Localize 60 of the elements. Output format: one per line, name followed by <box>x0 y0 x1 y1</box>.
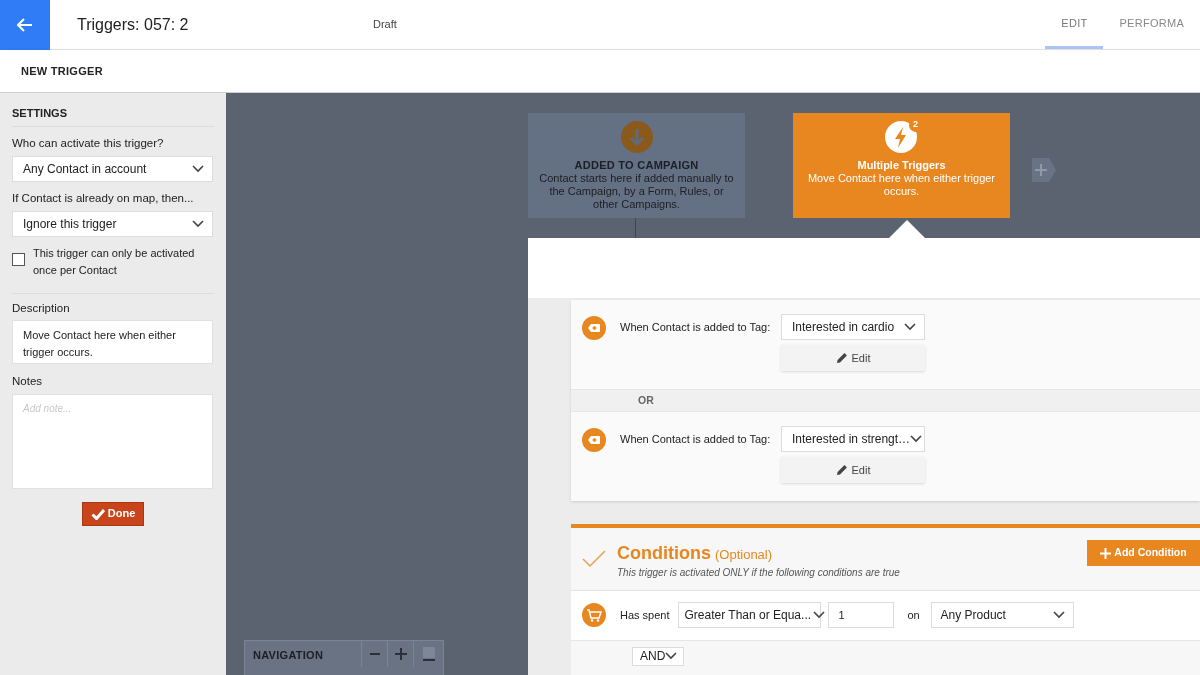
optional-note: (Optional) <box>715 546 773 564</box>
node-title: ADDED TO CAMPAIGN <box>574 158 699 172</box>
edit-button[interactable]: Edit <box>781 457 925 483</box>
tag-plus-icon <box>582 428 606 452</box>
plus-icon <box>1100 547 1112 559</box>
field-label: Who can activate this trigger? <box>12 135 165 151</box>
tab[interactable]: EDIT <box>1045 0 1104 49</box>
select-field[interactable]: Any Contact in account <box>12 155 213 182</box>
minus-icon <box>369 653 380 655</box>
plus-icon <box>394 648 407 660</box>
node-description: Move Contact here when either trigger occurs. <box>806 172 997 198</box>
navigation-title: NAVIGATION <box>252 648 325 663</box>
product-select[interactable]: Any Product <box>930 602 1074 628</box>
checkmark-icon <box>582 550 606 568</box>
cart-icon <box>582 603 606 627</box>
down-arrow-circle-icon <box>620 121 653 153</box>
chevron-icon <box>192 220 204 228</box>
and-select[interactable]: AND <box>632 646 684 666</box>
page-title: Triggers: 057: 2 <box>77 14 190 35</box>
field-label: Description <box>12 301 71 316</box>
condition-label: Has spent <box>620 607 670 623</box>
checkbox[interactable] <box>12 253 25 266</box>
tag-select[interactable]: Interested in strengt… <box>781 426 925 452</box>
back-button[interactable] <box>0 0 50 50</box>
chevron-icon <box>192 164 204 173</box>
field-label: Notes <box>12 374 44 390</box>
trigger-label: When Contact is added to Tag: <box>620 320 772 335</box>
connector-line <box>635 218 636 238</box>
panel-icon <box>422 647 435 661</box>
tab[interactable]: PERFORMA <box>1103 0 1200 49</box>
node-title: Multiple Triggers <box>857 158 946 172</box>
section-heading: SETTINGS <box>12 105 214 127</box>
edit-button[interactable]: Edit <box>781 345 925 371</box>
chevron-icon <box>904 323 916 331</box>
description-field[interactable]: Move Contact here when either trigger occurs. <box>12 320 213 365</box>
select-field[interactable]: Ignore this trigger <box>12 211 213 237</box>
done-button[interactable]: Done <box>81 501 145 526</box>
pencil-icon <box>835 464 848 476</box>
back-arrow-icon <box>17 18 33 32</box>
pencil-icon <box>835 352 848 364</box>
on-label: on <box>906 607 921 623</box>
add-step-icon[interactable] <box>1032 158 1056 182</box>
conditions-title: Conditions <box>617 542 711 564</box>
chevron-icon <box>1052 611 1065 619</box>
node-description: Contact starts here if added manually to the Campaign, by a Form, Rules, or other Campaigns. <box>538 172 735 211</box>
field-label: If Contact is already on map, then... <box>12 190 195 206</box>
status-label: Draft <box>373 17 397 33</box>
checkbox-label: This trigger can only be activated once per Contact <box>33 246 196 278</box>
tag-select[interactable]: Interested in cardio <box>781 314 925 340</box>
trigger-label: When Contact is added to Tag: <box>620 432 772 447</box>
lightning-circle-icon <box>884 121 917 153</box>
conditions-subtitle: This trigger is activated ONLY if the following conditions are true <box>617 565 900 580</box>
section-title: NEW TRIGGER <box>21 63 103 79</box>
tag-plus-icon <box>582 316 606 340</box>
chevron-icon <box>910 435 923 443</box>
amount-field[interactable]: 1 <box>827 602 894 628</box>
checkmark-icon <box>90 507 105 520</box>
chevron-icon <box>813 611 826 619</box>
chevron-icon <box>665 652 678 660</box>
or-label: OR <box>638 392 654 408</box>
